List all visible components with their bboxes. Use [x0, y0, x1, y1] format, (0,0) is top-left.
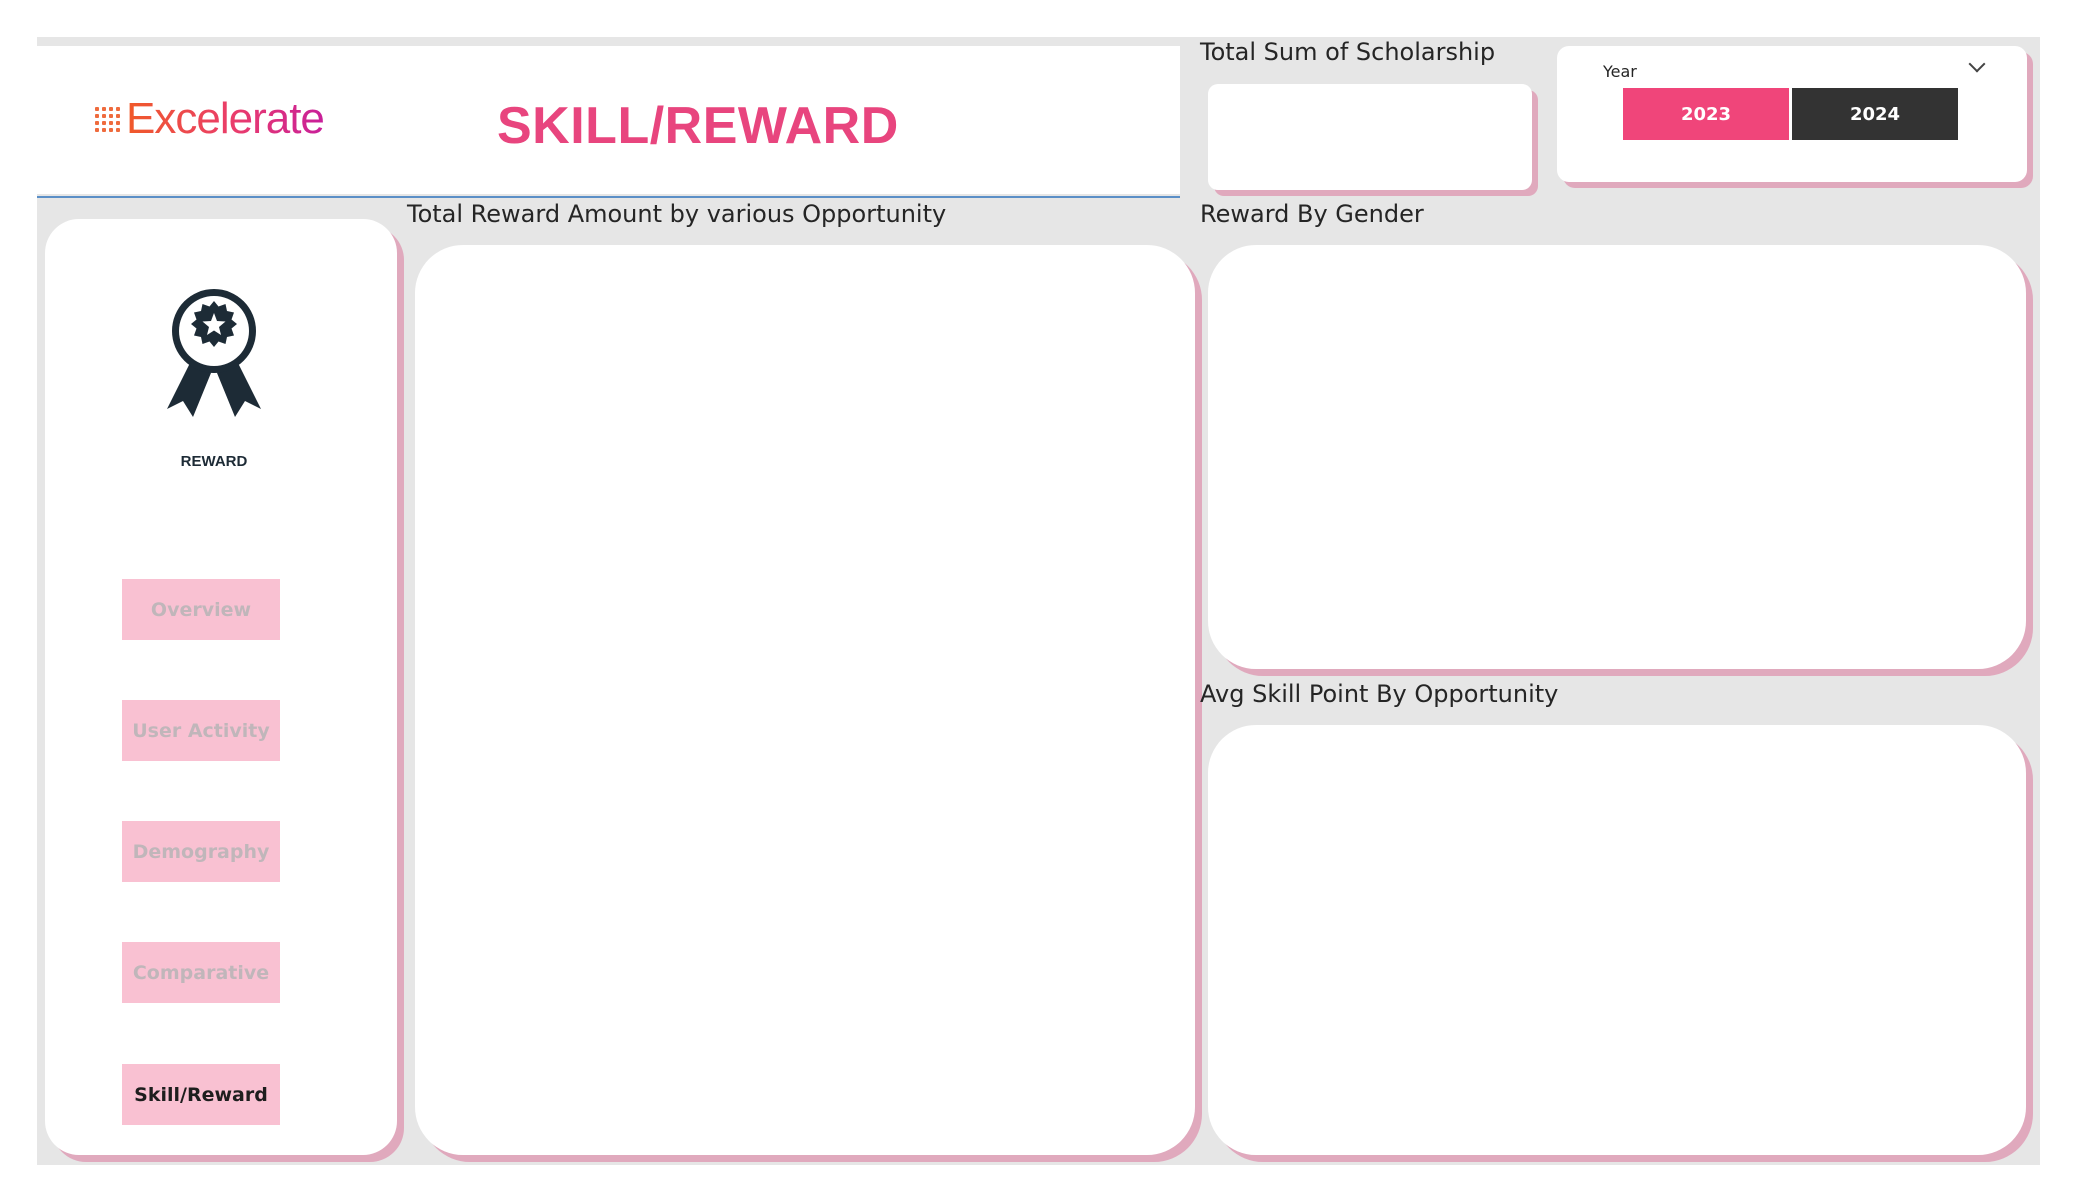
header-panel: Excelerate SKILL/REWARD: [37, 46, 1180, 194]
scholarship-kpi-title: Total Sum of Scholarship: [1200, 38, 1496, 66]
reward-by-opportunity-title: Total Reward Amount by various Opportuni…: [407, 200, 947, 228]
report-canvas: Excelerate SKILL/REWARD Total Sum of Sch…: [37, 37, 2040, 1165]
nav-button-demography[interactable]: Demography: [122, 821, 280, 882]
nav-button-overview[interactable]: Overview: [122, 579, 280, 640]
avg-skill-point-chart[interactable]: [1208, 725, 2026, 1155]
scholarship-kpi-card[interactable]: [1208, 84, 1532, 190]
avg-skill-point-title: Avg Skill Point By Opportunity: [1200, 680, 1559, 708]
nav-button-skill-reward[interactable]: Skill/Reward: [122, 1064, 280, 1125]
reward-icon-label: REWARD: [180, 453, 248, 470]
reward-by-opportunity-chart[interactable]: [415, 245, 1195, 1155]
header-divider: [37, 196, 1180, 198]
year-slicer: Year 2023 2024: [1557, 46, 2027, 182]
reward-by-gender-title: Reward By Gender: [1200, 200, 1424, 228]
nav-button-comparative[interactable]: Comparative: [122, 942, 280, 1003]
year-option-2023[interactable]: 2023: [1623, 88, 1789, 140]
excelerate-logo: Excelerate: [95, 94, 325, 144]
award-ribbon-icon: [167, 289, 261, 417]
sidebar-panel: REWARD Overview User Activity Demography…: [45, 219, 397, 1155]
chevron-down-icon[interactable]: [1968, 55, 1986, 73]
page-title: SKILL/REWARD: [497, 97, 899, 155]
year-option-2024[interactable]: 2024: [1792, 88, 1958, 140]
logo-text: Excelerate: [126, 94, 325, 143]
year-slicer-label: Year: [1603, 62, 1637, 81]
reward-by-gender-chart[interactable]: [1208, 245, 2026, 669]
logo-dots-icon: [95, 106, 120, 132]
nav-button-user-activity[interactable]: User Activity: [122, 700, 280, 761]
